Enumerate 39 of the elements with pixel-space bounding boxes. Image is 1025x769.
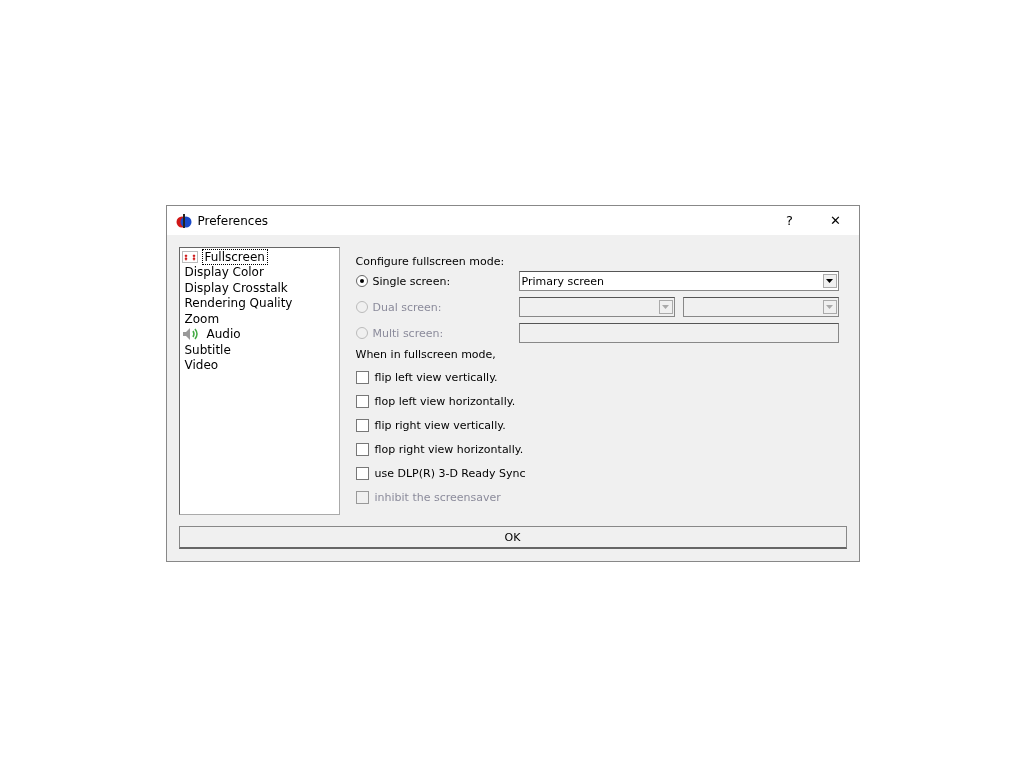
checkbox[interactable] bbox=[355, 442, 369, 456]
fullscreen-icon bbox=[181, 250, 198, 263]
ok-button[interactable]: OK bbox=[178, 526, 847, 549]
checkbox-label: flip right view vertically. bbox=[374, 418, 506, 432]
checkbox[interactable] bbox=[355, 418, 369, 432]
category-item[interactable]: Fullscreen bbox=[201, 248, 268, 265]
screen-dropdown[interactable]: Primary screen bbox=[518, 271, 839, 291]
section-heading: Configure fullscreen mode: bbox=[355, 255, 506, 268]
radio-label: Dual screen: bbox=[372, 300, 442, 314]
category-item[interactable]: Display Crosstalk bbox=[181, 279, 291, 296]
caret-icon bbox=[826, 279, 833, 283]
screen-dropdown[interactable] bbox=[518, 297, 675, 317]
help-button[interactable]: ? bbox=[766, 206, 813, 235]
category-item[interactable]: Audio bbox=[203, 326, 244, 343]
window-title: Preferences bbox=[197, 213, 269, 228]
category-item[interactable]: Rendering Quality bbox=[181, 295, 296, 312]
checkbox[interactable] bbox=[355, 370, 369, 384]
app-logo-icon bbox=[175, 212, 192, 229]
close-button[interactable]: ✕ bbox=[812, 206, 859, 235]
checkbox-label: inhibit the screensaver bbox=[374, 490, 501, 504]
checkbox-label: flop right view horizontally. bbox=[374, 442, 524, 456]
checkbox[interactable] bbox=[355, 394, 369, 408]
checkbox-label: flop left view horizontally. bbox=[374, 394, 516, 408]
radio-button[interactable] bbox=[355, 275, 368, 287]
screen-dropdown[interactable] bbox=[682, 297, 839, 317]
checkbox-label: flip left view vertically. bbox=[374, 370, 498, 384]
input-field[interactable] bbox=[518, 323, 839, 343]
section-heading: When in fullscreen mode, bbox=[355, 348, 497, 361]
speaker-icon bbox=[181, 327, 200, 342]
checkbox[interactable] bbox=[355, 466, 369, 480]
checkbox-label: use DLP(R) 3-D Ready Sync bbox=[374, 466, 526, 480]
category-item[interactable]: Video bbox=[181, 357, 222, 374]
category-item[interactable]: Zoom bbox=[181, 310, 223, 327]
caret-icon bbox=[662, 305, 669, 309]
caret-icon bbox=[826, 305, 833, 309]
category-item[interactable]: Subtitle bbox=[181, 341, 234, 358]
radio-label: Single screen: bbox=[372, 274, 451, 288]
radio-label: Multi screen: bbox=[372, 326, 444, 340]
category-item[interactable]: Display Color bbox=[181, 264, 267, 281]
